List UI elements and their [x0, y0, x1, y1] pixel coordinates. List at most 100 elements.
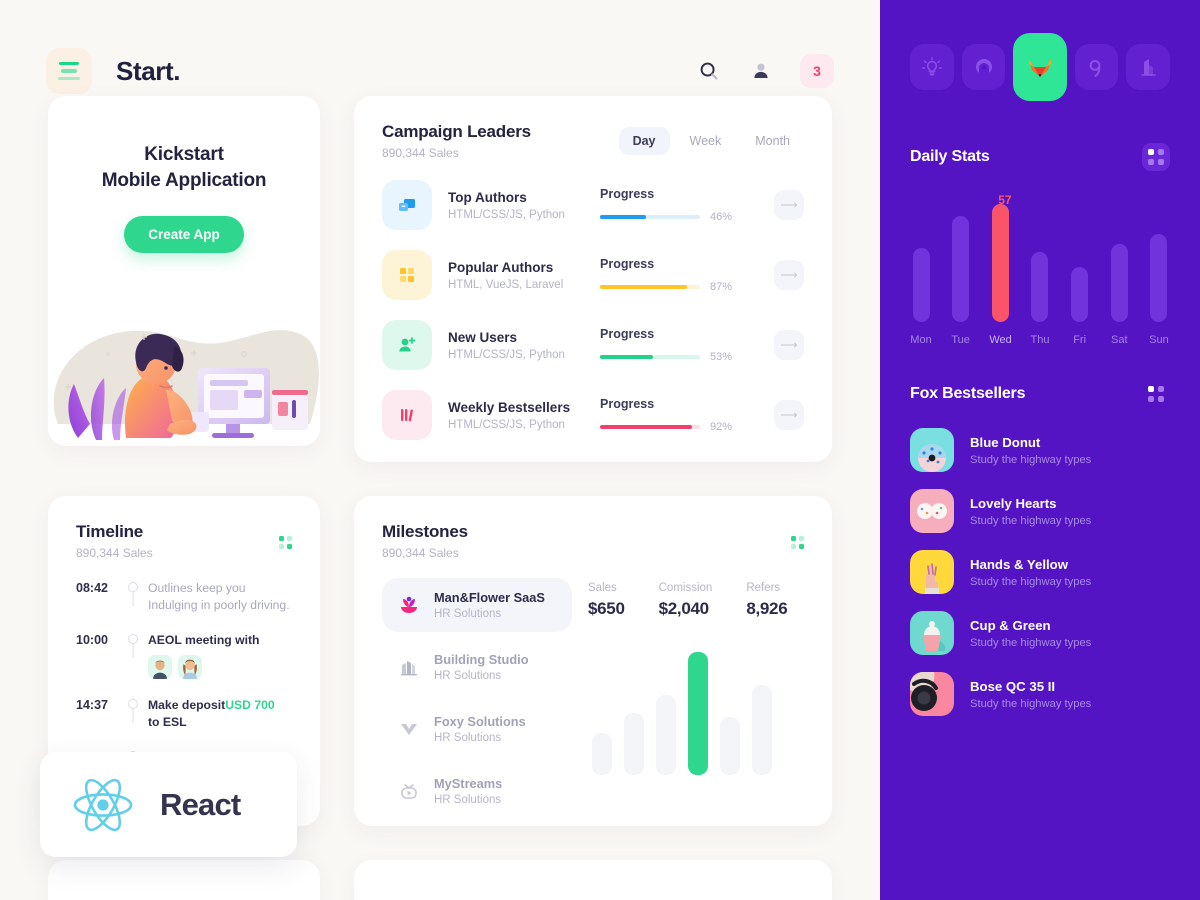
arrow-up-shield-icon[interactable]: [961, 44, 1006, 90]
lightbulb-icon[interactable]: [910, 44, 954, 90]
search-icon[interactable]: [696, 58, 722, 84]
list-item[interactable]: MyStreams HR Solutions: [382, 764, 572, 818]
campaign-row[interactable]: Popular Authors HTML, VueJS, Laravel Pro…: [382, 250, 804, 300]
stat-label: Refers: [746, 582, 781, 594]
grid-icon: [382, 250, 432, 300]
list-item[interactable]: Blue Donut Study the highway types: [910, 428, 1170, 472]
bestseller-text: Hands & Yellow Study the highway types: [970, 557, 1091, 588]
bar-column: [1108, 244, 1130, 322]
progress-label: Progress: [600, 257, 655, 271]
x-label: Sun: [1149, 334, 1169, 346]
top-header: Start. 3: [0, 0, 880, 96]
campaign-period-tabs: Day Week Month: [618, 122, 804, 155]
stat-sales: Sales $650: [588, 582, 625, 619]
list-item[interactable]: Cup & Green Study the highway types: [910, 611, 1170, 655]
bestseller-text: Bose QC 35 II Study the highway types: [970, 679, 1091, 710]
milestone-text: Building Studio HR Solutions: [434, 652, 529, 682]
bar: [624, 713, 644, 775]
timeline-text-before: Make deposit: [148, 698, 226, 712]
campaign-row-progress: Progress 87%: [600, 257, 774, 293]
chevron-right-icon[interactable]: ⟶: [774, 330, 804, 360]
list-item[interactable]: Bose QC 35 II Study the highway types: [910, 672, 1170, 716]
timeline-marker: [118, 632, 148, 658]
campaign-row-text: Weekly Bestsellers HTML/CSS/JS, Python: [448, 400, 600, 431]
menu-icon[interactable]: [46, 48, 92, 94]
timeline-text-row: AEOL meeting with: [148, 632, 292, 697]
bar-fri: [1071, 267, 1089, 322]
progress-percent: 53%: [710, 351, 733, 363]
hero-title-line2: Mobile Application: [101, 170, 267, 191]
bestseller-name: Bose QC 35 II: [970, 678, 1056, 694]
windows-icon: [382, 180, 432, 230]
main-area: Start. 3 Kickstart Mobile Application Cr…: [0, 0, 880, 900]
top-grid: Kickstart Mobile Application Create App: [0, 96, 880, 826]
bestseller-text: Blue Donut Study the highway types: [970, 435, 1091, 466]
list-item[interactable]: Man&Flower SaaS HR Solutions: [382, 578, 572, 632]
create-app-button[interactable]: Create App: [124, 216, 244, 253]
milestones-body: Man&Flower SaaS HR Solutions Building St…: [382, 578, 804, 826]
progress-line: 53%: [600, 351, 774, 363]
campaign-row[interactable]: Top Authors HTML/CSS/JS, Python Progress…: [382, 180, 804, 230]
milestones-list: Man&Flower SaaS HR Solutions Building St…: [382, 578, 572, 826]
grid-dots-icon[interactable]: [1142, 380, 1170, 408]
stat-value: $2,040: [658, 599, 710, 618]
tab-month[interactable]: Month: [741, 127, 804, 155]
bar-tue: [952, 216, 970, 322]
grid-dots-icon[interactable]: [791, 536, 804, 549]
timeline-time: 10:00: [76, 633, 108, 647]
timeline-connector: [132, 707, 134, 723]
page-title: Start.: [116, 55, 181, 86]
milestones-bar-chart: [588, 645, 804, 775]
kickstart-card: Kickstart Mobile Application Create App: [48, 96, 320, 446]
stat-refers: Refers 8,926: [746, 582, 787, 619]
bestseller-sub: Study the highway types: [970, 575, 1092, 588]
bestseller-name: Blue Donut: [970, 434, 1041, 450]
campaign-row[interactable]: Weekly Bestsellers HTML/CSS/JS, Python P…: [382, 390, 804, 440]
gitlab-fox-icon[interactable]: [1013, 33, 1067, 101]
campaign-row-name: Top Authors: [448, 189, 527, 205]
list-item[interactable]: 14:37 Make deposit USD 700 to ESL: [76, 697, 292, 749]
list-item[interactable]: Building Studio HR Solutions: [382, 640, 572, 694]
campaign-row-name: Popular Authors: [448, 259, 554, 275]
x-label: Wed: [989, 334, 1012, 346]
chevron-right-icon[interactable]: ⟶: [774, 260, 804, 290]
spiral-nine-icon[interactable]: [1074, 44, 1119, 90]
progress-line: 87%: [600, 281, 774, 293]
tab-day[interactable]: Day: [618, 127, 670, 155]
progress-label: Progress: [600, 397, 655, 411]
list-item[interactable]: 10:00 AEOL meeting with: [76, 632, 292, 697]
list-item[interactable]: Foxy Solutions HR Solutions: [382, 702, 572, 756]
right-sidebar: Daily Stats 57 Mon Tue Wed Thu Fri Sat S…: [880, 0, 1200, 900]
avatar: [148, 655, 172, 679]
list-item[interactable]: Lovely Hearts Study the highway types: [910, 489, 1170, 533]
bar: [752, 685, 772, 775]
milestones-metrics: Sales $650 Comission $2,040 Refers 8,926: [572, 578, 804, 826]
grid-dots-icon[interactable]: [279, 536, 292, 549]
progress-fill: [600, 215, 646, 219]
list-item[interactable]: 08:42 Outlines keep you Indulging in poo…: [76, 580, 292, 632]
progress-percent: 92%: [710, 421, 733, 433]
progress-track: [600, 425, 700, 429]
peak-value: 57: [998, 193, 1012, 207]
timeline-time: 14:37: [76, 698, 108, 712]
building-icon[interactable]: [1126, 44, 1171, 90]
campaign-row-name: Weekly Bestsellers: [448, 399, 571, 415]
chevron-right-icon[interactable]: ⟶: [774, 400, 804, 430]
buildings-icon: [396, 656, 422, 678]
daily-stats-title: Daily Stats: [910, 148, 990, 165]
chart-x-labels: Mon Tue Wed Thu Fri Sat Sun: [910, 334, 1170, 346]
progress-fill: [600, 355, 653, 359]
chevron-right-icon[interactable]: ⟶: [774, 190, 804, 220]
user-icon[interactable]: [748, 58, 774, 84]
react-badge-card[interactable]: React: [40, 752, 297, 857]
list-item[interactable]: Hands & Yellow Study the highway types: [910, 550, 1170, 594]
bar: [656, 695, 676, 775]
notification-badge[interactable]: 3: [800, 54, 834, 88]
bar-wed: [991, 204, 1009, 322]
timeline-marker: [118, 697, 148, 723]
campaign-row-progress: Progress 53%: [600, 327, 774, 363]
campaign-row[interactable]: New Users HTML/CSS/JS, Python Progress 5…: [382, 320, 804, 370]
tab-week[interactable]: Week: [676, 127, 736, 155]
grid-dots-icon[interactable]: [1142, 143, 1170, 171]
campaign-row-text: New Users HTML/CSS/JS, Python: [448, 330, 600, 361]
